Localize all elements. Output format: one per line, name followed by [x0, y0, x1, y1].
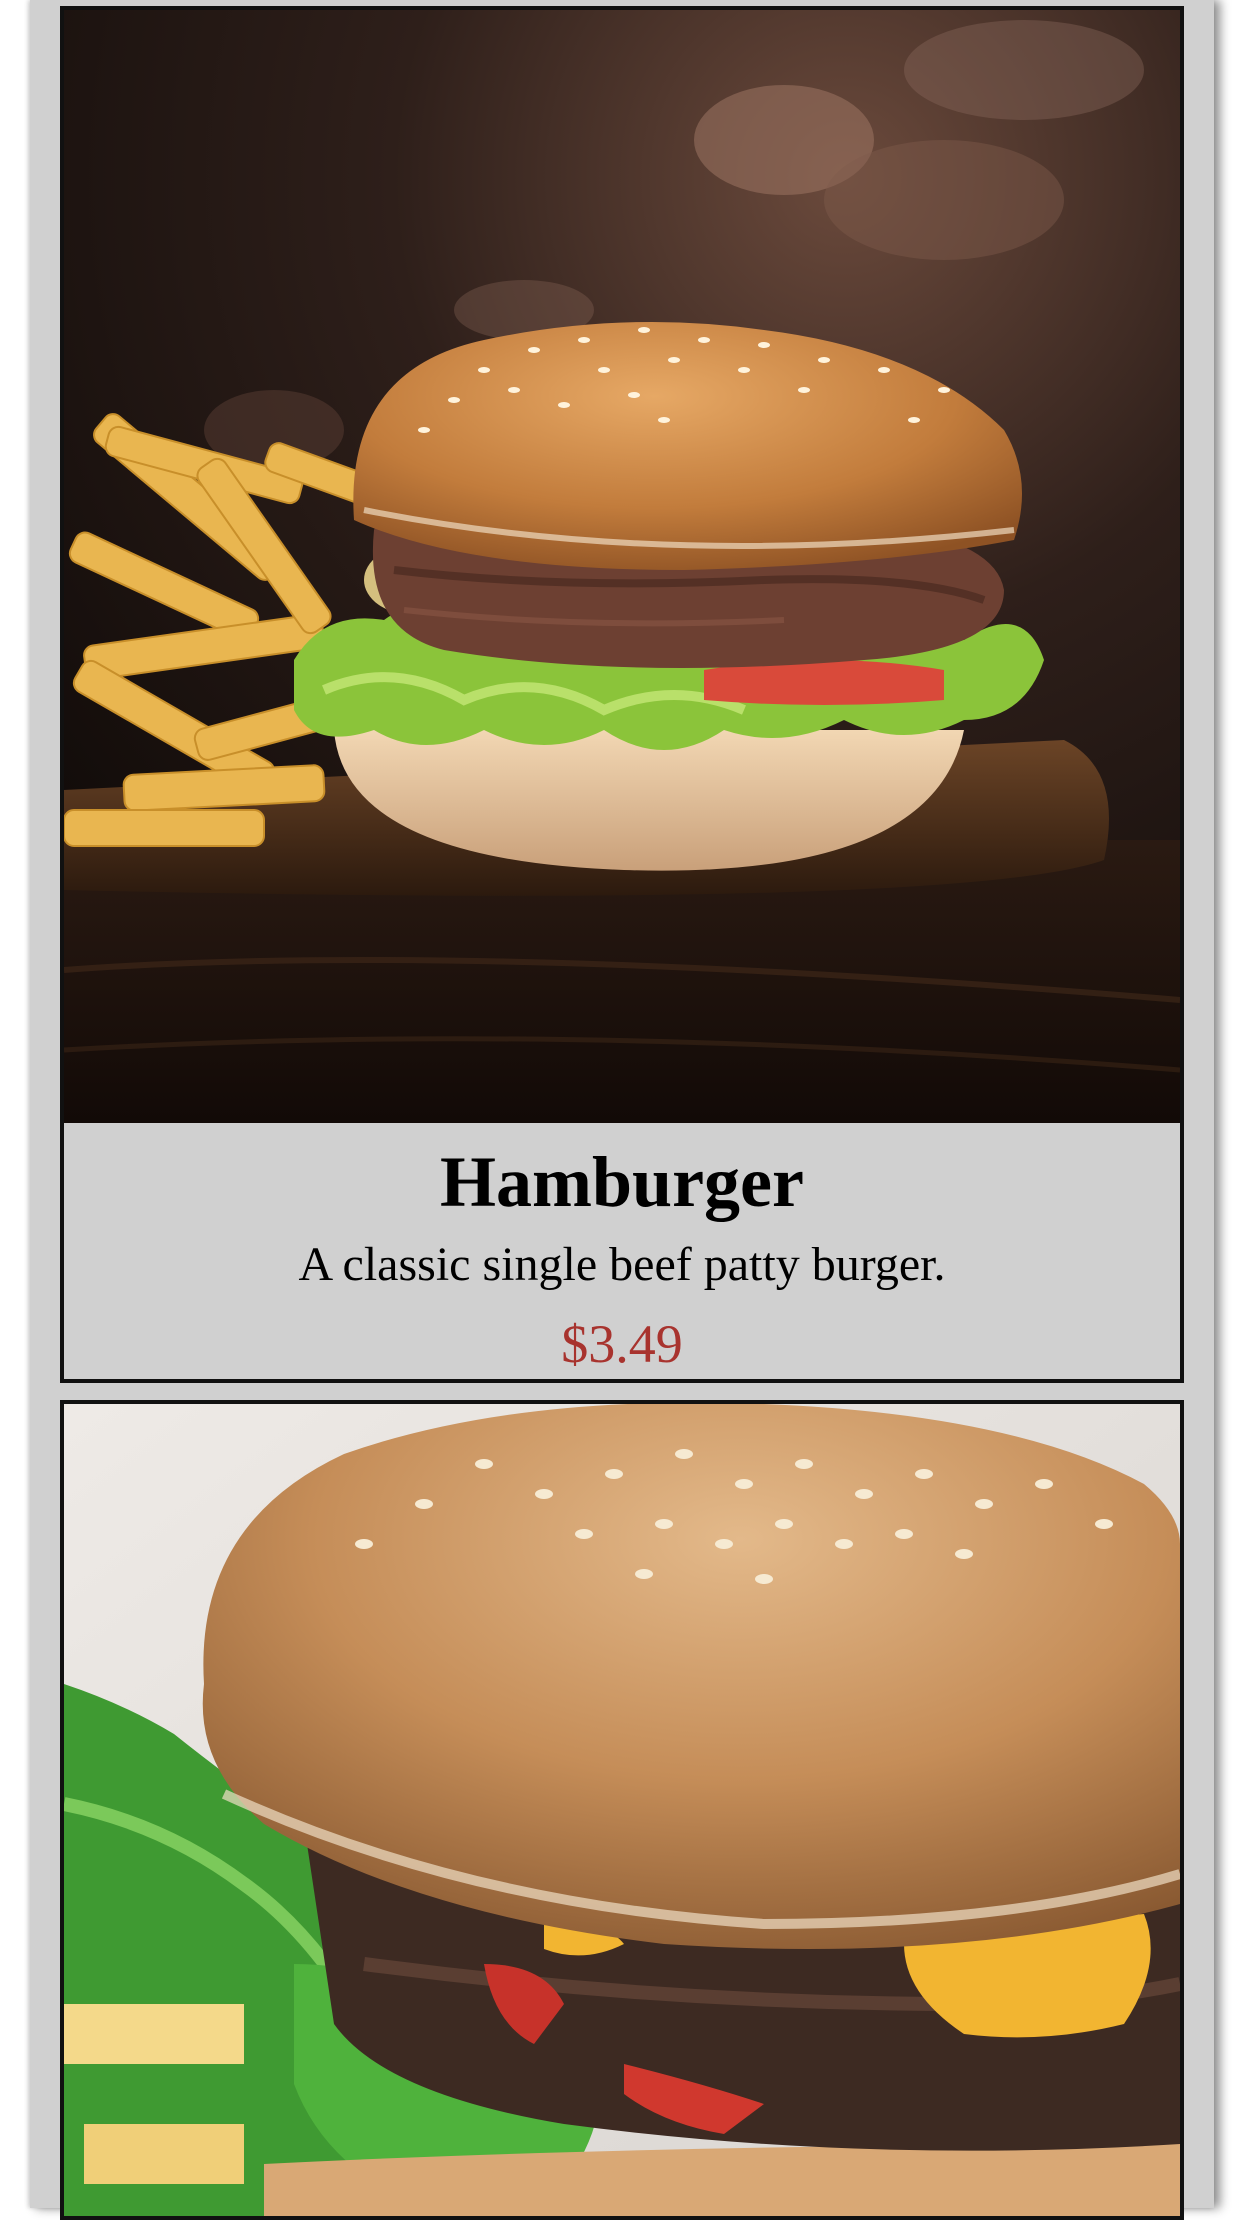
- menu-item-card[interactable]: [60, 1400, 1184, 2220]
- menu-item-description: A classic single beef patty burger.: [298, 1238, 946, 1291]
- menu-item-title: Hamburger: [440, 1142, 804, 1222]
- menu-item-card[interactable]: Hamburger A classic single beef patty bu…: [60, 6, 1184, 1383]
- menu-item-info: Hamburger A classic single beef patty bu…: [64, 1123, 1180, 1379]
- cheeseburger-closeup-photo: [64, 1404, 1180, 2216]
- burger-with-fries-photo: [64, 10, 1180, 1123]
- menu-item-price: $3.49: [561, 1314, 683, 1374]
- menu-page: Hamburger A classic single beef patty bu…: [30, 0, 1214, 2220]
